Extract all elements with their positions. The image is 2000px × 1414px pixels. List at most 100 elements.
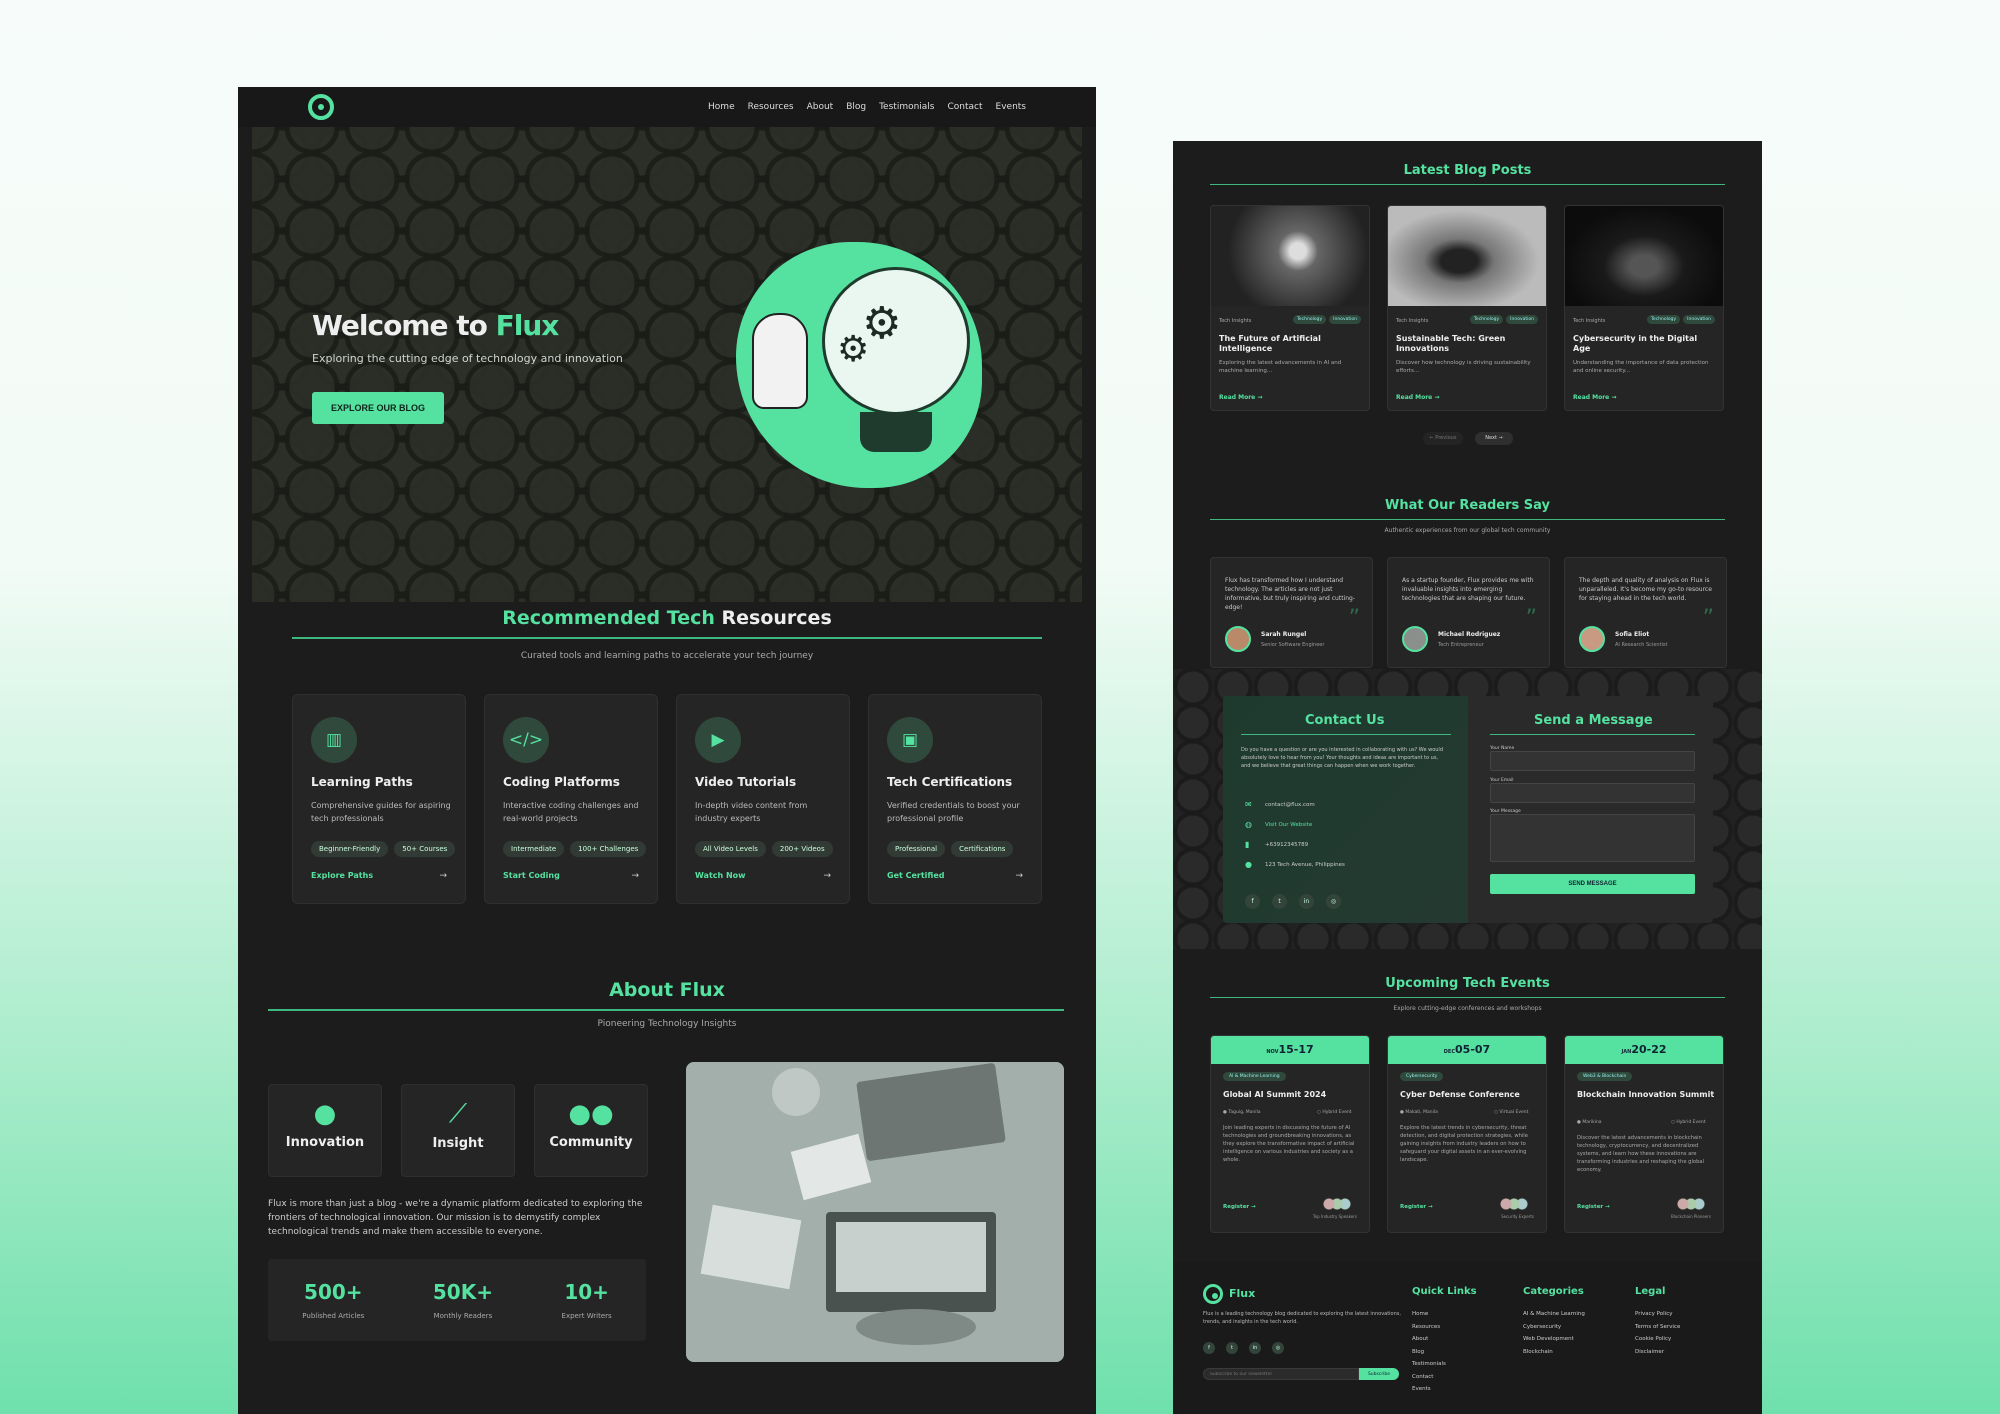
read-more-link[interactable]: Read More → (1219, 394, 1262, 401)
arrow-right-icon[interactable]: → (439, 871, 447, 881)
blog-post-title[interactable]: Cybersecurity in the Digital Age (1573, 334, 1717, 354)
about-box-label: Community (549, 1135, 633, 1150)
read-more-link[interactable]: Read More → (1396, 394, 1439, 401)
newsletter-email-input[interactable] (1203, 1368, 1359, 1380)
stat-value: 10+ (564, 1280, 609, 1304)
arrow-right-icon[interactable]: → (631, 871, 639, 881)
name-input[interactable] (1490, 751, 1695, 771)
footer-link[interactable]: Disclaimer (1635, 1346, 1680, 1359)
instagram-icon[interactable]: ◎ (1326, 894, 1341, 909)
quick-links-title: Quick Links (1412, 1286, 1477, 1297)
nav-link-home[interactable]: Home (708, 102, 735, 112)
instagram-icon[interactable]: ◎ (1272, 1342, 1284, 1354)
twitter-icon[interactable]: t (1272, 894, 1287, 909)
divider (1210, 184, 1725, 185)
linkedin-icon[interactable]: in (1299, 894, 1314, 909)
resource-card-video-tutorials[interactable]: ▶ Video Tutorials In-depth video content… (676, 694, 850, 904)
event-card[interactable]: DEC05-07 Cybersecurity Cyber Defense Con… (1387, 1035, 1547, 1233)
facebook-icon[interactable]: f (1203, 1342, 1215, 1354)
testimonial-name: Michael Rodriguez (1438, 631, 1501, 638)
register-link[interactable]: Register → (1400, 1204, 1433, 1210)
contact-info-panel: Contact Us Do you have a question or are… (1223, 696, 1468, 923)
hero-title: Welcome to Flux (312, 309, 559, 342)
footer-link[interactable]: Contact (1412, 1371, 1446, 1384)
email-input[interactable] (1490, 783, 1695, 803)
nav-link-contact[interactable]: Contact (948, 102, 983, 112)
resource-card-desc: In-depth video content from industry exp… (695, 801, 808, 823)
resource-card-learning-paths[interactable]: ▥ Learning Paths Comprehensive guides fo… (292, 694, 466, 904)
quote-mark-icon: ” (1702, 606, 1714, 631)
about-description: Flux is more than just a blog - we're a … (268, 1199, 643, 1237)
footer-link[interactable]: Terms of Service (1635, 1321, 1680, 1334)
previous-page-button[interactable]: ← Previous (1423, 432, 1463, 445)
event-card[interactable]: NOV15-17 AI & Machine Learning Global AI… (1210, 1035, 1370, 1233)
blog-post-card[interactable]: Tech Insights Technology Innovation Cyber… (1564, 205, 1724, 411)
footer-link[interactable]: Privacy Policy (1635, 1308, 1680, 1321)
register-link[interactable]: Register → (1577, 1204, 1610, 1210)
footer-link[interactable]: Blockchain (1523, 1346, 1585, 1359)
blog-post-card[interactable]: Tech Insights Technology Innovation Susta… (1387, 205, 1547, 411)
stat-label: Expert Writers (561, 1312, 612, 1320)
blog-post-meta: Tech Insights (1219, 318, 1252, 324)
event-card[interactable]: JAN20-22 Web3 & Blockchain Blockchain In… (1564, 1035, 1724, 1233)
footer-link[interactable]: About (1412, 1333, 1446, 1346)
event-desc: Discover the latest advancements in bloc… (1577, 1135, 1704, 1173)
nav-link-testimonials[interactable]: Testimonials (879, 102, 934, 112)
explore-paths-link[interactable]: Explore Paths (311, 871, 373, 880)
footer-link[interactable]: Testimonials (1412, 1358, 1446, 1371)
testimonial-card: The depth and quality of analysis on Flu… (1564, 557, 1727, 668)
read-more-link[interactable]: Read More → (1573, 394, 1616, 401)
contact-address: ● 123 Tech Avenue, Philippines (1245, 860, 1345, 869)
footer-link[interactable]: AI & Machine Learning (1523, 1308, 1585, 1321)
arrow-right-icon[interactable]: → (1015, 871, 1023, 881)
footer-link[interactable]: Web Development (1523, 1333, 1585, 1346)
location-pin-icon: ● (1245, 860, 1252, 869)
contact-email[interactable]: ✉ contact@flux.com (1245, 800, 1315, 809)
next-page-button[interactable]: Next → (1475, 432, 1513, 445)
about-box-label: Insight (432, 1136, 484, 1151)
get-certified-link[interactable]: Get Certified (887, 871, 945, 880)
nav-link-resources[interactable]: Resources (748, 102, 794, 112)
linkedin-icon[interactable]: in (1249, 1342, 1261, 1354)
resource-card-tech-certifications[interactable]: ▣ Tech Certifications Verified credentia… (868, 694, 1042, 904)
send-message-button[interactable]: SEND MESSAGE (1490, 874, 1695, 894)
tag: Innovation (1329, 315, 1361, 324)
certificate-icon: ▣ (887, 717, 933, 763)
event-mode-text: Virtual Event (1499, 1110, 1529, 1115)
nav-link-blog[interactable]: Blog (846, 102, 866, 112)
about-box-insight: ⟋ Insight (401, 1084, 515, 1177)
event-mode: ○ Virtual Event (1494, 1110, 1529, 1115)
blog-post-title[interactable]: Sustainable Tech: Green Innovations (1396, 334, 1540, 354)
message-textarea[interactable] (1490, 814, 1695, 862)
subscribe-button[interactable]: Subscribe (1359, 1368, 1399, 1380)
resource-card-coding-platforms[interactable]: </> Coding Platforms Interactive coding … (484, 694, 658, 904)
footer-link[interactable]: Cybersecurity (1523, 1321, 1585, 1334)
twitter-icon[interactable]: t (1226, 1342, 1238, 1354)
flux-logo-icon[interactable] (1203, 1284, 1223, 1304)
nav-link-events[interactable]: Events (996, 102, 1026, 112)
start-coding-link[interactable]: Start Coding (503, 871, 560, 880)
resource-card-desc: Comprehensive guides for aspiring tech p… (311, 801, 451, 823)
footer-link[interactable]: Events (1412, 1383, 1446, 1396)
facebook-icon[interactable]: f (1245, 894, 1260, 909)
footer: Flux Flux is a leading technology blog d… (1173, 1262, 1762, 1414)
event-mode: ○ Hybrid Event (1317, 1110, 1352, 1115)
contact-phone[interactable]: ▮ +63912345789 (1245, 840, 1308, 849)
blog-post-card[interactable]: Tech Insights Technology Innovation The F… (1210, 205, 1370, 411)
footer-link[interactable]: Home (1412, 1308, 1446, 1321)
footer-link[interactable]: Resources (1412, 1321, 1446, 1334)
flux-logo-icon[interactable] (308, 94, 334, 120)
watch-now-link[interactable]: Watch Now (695, 871, 746, 880)
footer-link[interactable]: Blog (1412, 1346, 1446, 1359)
book-icon: ▥ (311, 717, 357, 763)
explore-blog-button[interactable]: EXPLORE OUR BLOG (312, 392, 444, 424)
arrow-right-icon[interactable]: → (823, 871, 831, 881)
resource-card-desc: Verified credentials to boost your profe… (887, 801, 1020, 823)
users-icon: ●● (568, 1099, 614, 1129)
landing-page-right: Latest Blog Posts Tech Insights Technolo… (1173, 141, 1762, 1414)
register-link[interactable]: Register → (1223, 1204, 1256, 1210)
nav-link-about[interactable]: About (807, 102, 834, 112)
footer-link[interactable]: Cookie Policy (1635, 1333, 1680, 1346)
blog-post-title[interactable]: The Future of Artificial Intelligence (1219, 334, 1363, 354)
contact-website[interactable]: ◍ Visit Our Website (1245, 820, 1312, 829)
